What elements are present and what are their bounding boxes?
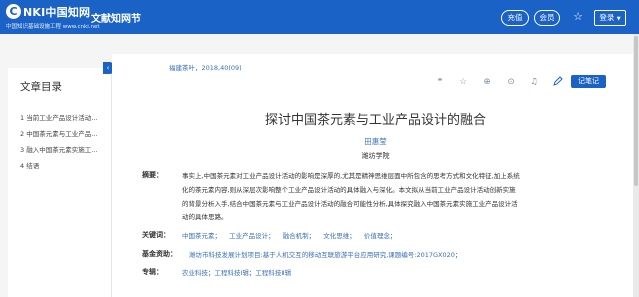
member-button[interactable]: 会员 — [534, 10, 560, 26]
article-title: 探讨中国茶元素与工业产品设计的融合 — [264, 113, 486, 128]
recharge-button[interactable]: 充值 — [501, 10, 529, 26]
mindmap-icon[interactable]: ⊙ — [505, 76, 517, 88]
abstract-text: 事实上,中国茶元素对工业产品设计活动的影响是深厚的,尤其是精神思维层面中所包含的… — [182, 170, 582, 225]
journal-citation-link[interactable]: 福建茶叶，2018,40(09) — [169, 62, 242, 72]
pen-icon[interactable] — [552, 76, 564, 88]
keywords-list: 中国茶元素； 工业产品设计； 融合机制； 文化思维； 价值理念； — [182, 230, 402, 240]
cnki-logo-subtitle: 中国知识基础设施工程 www.cnki.net — [6, 24, 100, 30]
table-of-contents-sidebar: 文章目录 1 当前工业产品设计活动… 2 中国茶元素与工业产品… 3 融入中国茶… — [8, 68, 112, 297]
abstract-line: 的背景分析入手,结合中国茶元素与工业产品设计活动的融合可能性分析,具体探究融入中… — [182, 199, 518, 208]
keyword-link[interactable]: 中国茶元素； — [182, 232, 221, 240]
page-scrollbar[interactable] — [633, 34, 639, 297]
bell-icon[interactable]: ♫ — [528, 76, 540, 88]
fund-label: 基金资助： — [142, 250, 177, 258]
cnki-logo[interactable]: C NKI中国知网 中国知识基础设施工程 www.cnki.net — [6, 3, 100, 31]
cnki-logo-text: NKI中国知网 — [23, 6, 91, 19]
keyword-link[interactable]: 价值理念； — [364, 232, 397, 240]
login-label: 登录 — [599, 13, 615, 22]
chevron-down-icon: ▼ — [616, 16, 621, 22]
quote-icon[interactable]: ❝ — [434, 76, 446, 88]
abstract-label: 摘要： — [142, 171, 163, 179]
subject-value: 农业科技；工程科技Ⅰ辑；工程科技Ⅱ辑 — [182, 269, 292, 277]
toc-item-4[interactable]: 4 结语 — [20, 160, 108, 170]
cnki-logo-mark: C — [6, 4, 21, 19]
keyword-link[interactable]: 工业产品设计； — [229, 232, 275, 240]
share-icon[interactable]: ⊕ — [481, 76, 493, 88]
affiliation[interactable]: 潍坊学院 — [112, 151, 639, 161]
keyword-link[interactable]: 文化思维； — [323, 232, 356, 240]
keyword-link[interactable]: 融合机制； — [283, 232, 316, 240]
site-name: 文献知网节 — [91, 14, 141, 25]
toc-title: 文章目录 — [20, 81, 62, 93]
abstract-line: 动的具体思路。 — [182, 213, 228, 222]
toc-item-3[interactable]: 3 融入中国茶元素实施工… — [20, 144, 108, 154]
keywords-label: 关键词： — [142, 231, 170, 239]
take-note-button[interactable]: 记笔记 — [571, 75, 606, 88]
abstract-line: 化的茶元素内容,则从深层次影响整个工业产品设计活动的具体融入与深化。本文拟从当前… — [182, 185, 516, 194]
subject-label: 专辑： — [142, 268, 163, 276]
author-link[interactable]: 田惠莹 — [112, 136, 639, 147]
article-panel: 福建茶叶，2018,40(09) ❝ ☆ ⊕ ⊙ ♫ 记笔记 探讨中国茶元素与工… — [112, 54, 639, 297]
fund-link[interactable]: 潍坊市科技发展计划项目:基于人机交互的移动互联旅游平台应用研究,课题编号:201… — [189, 249, 461, 259]
favorites-star-icon[interactable]: ☆ — [571, 10, 585, 24]
toc-item-2[interactable]: 2 中国茶元素与工业产品… — [20, 128, 108, 138]
abstract-line: 事实上,中国茶元素对工业产品设计活动的影响是深厚的,尤其是精神思维层面中所包含的… — [182, 172, 520, 180]
login-dropdown-button[interactable]: 登录 ▼ — [594, 10, 626, 26]
star-icon[interactable]: ☆ — [457, 76, 469, 88]
toc-item-1[interactable]: 1 当前工业产品设计活动… — [20, 112, 108, 122]
scrollbar-thumb[interactable] — [634, 36, 638, 186]
top-navigation-bar: C NKI中国知网 中国知识基础设施工程 www.cnki.net 文献知网节 … — [0, 0, 639, 34]
